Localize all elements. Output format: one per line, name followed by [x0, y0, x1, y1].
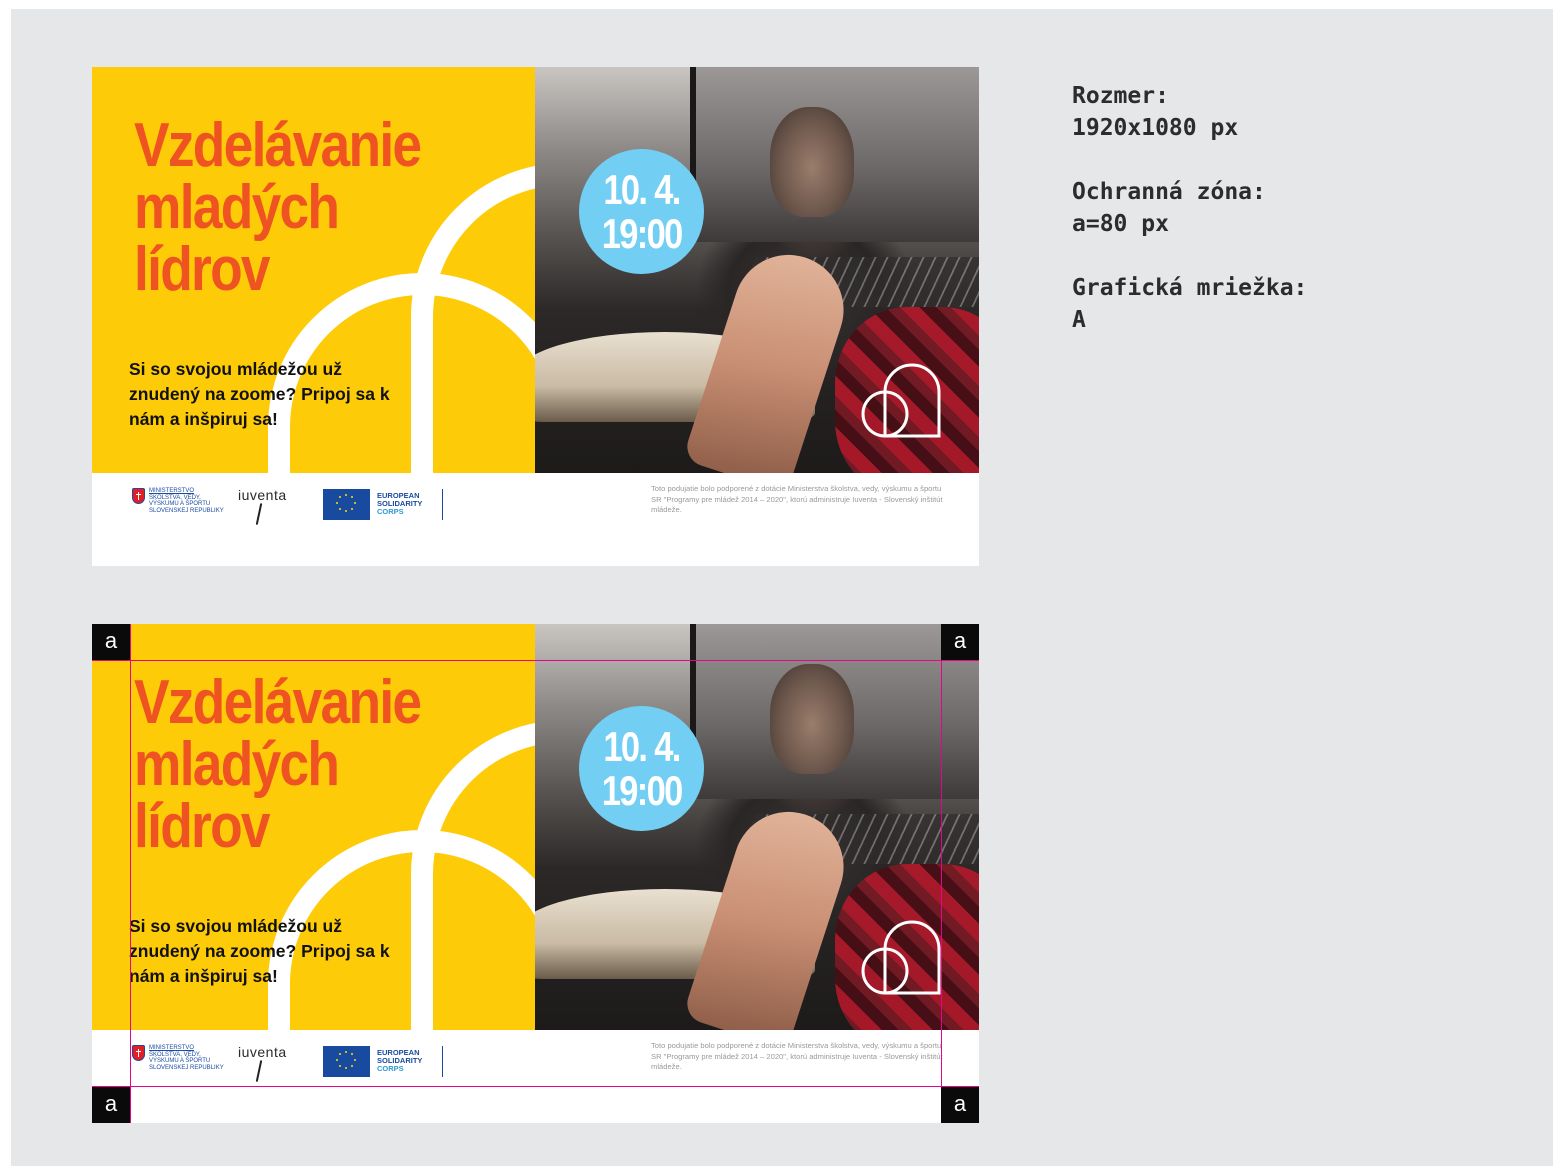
slovak-crest-icon [132, 1045, 145, 1061]
title-line: Vzdelávanie [134, 668, 422, 737]
person-on-screen [770, 107, 854, 217]
slovak-crest-icon [132, 488, 145, 504]
safe-zone-marker: a [92, 624, 130, 660]
person-on-screen [770, 664, 854, 774]
funding-disclaimer: Toto podujatie bolo podporené z dotácie … [651, 1041, 943, 1071]
iuventa-arch-icon [861, 363, 941, 438]
title-line: mladých [134, 730, 340, 799]
zone-value: a=80 px [1072, 211, 1169, 237]
ministry-line: SLOVENSKEJ REPUBLIKY [149, 507, 224, 514]
size-value: 1920x1080 px [1072, 115, 1239, 141]
title-line: Vzdelávanie [134, 111, 422, 180]
eu-flag-icon [323, 1046, 370, 1077]
banner-footer: MINISTERSTVO ŠKOLSTVA, VEDY, VÝSKUMU A Š… [92, 473, 979, 566]
time-text: 19:00 [601, 766, 684, 814]
date-text: 10. 4. [603, 722, 681, 770]
european-solidarity-corps-logo: EUROPEAN SOLIDARITY CORPS [323, 489, 443, 520]
safe-zone-guide-right [941, 624, 942, 1123]
zone-label: Ochranná zóna: [1072, 179, 1266, 205]
yellow-panel: Vzdelávanie mladých lídrov Si so svojou … [92, 624, 535, 1030]
time-text: 19:00 [601, 209, 684, 257]
date-badge: 10. 4. 19:00 [579, 149, 704, 274]
photo-panel: 10. 4. 19:00 [535, 67, 979, 473]
ministry-logo: MINISTERSTVO ŠKOLSTVA, VEDY, VÝSKUMU A Š… [132, 488, 224, 514]
yellow-panel: Vzdelávanie mladých lídrov Si so svojou … [92, 67, 535, 473]
banner-preview: Vzdelávanie mladých lídrov Si so svojou … [92, 67, 979, 566]
banner-footer: MINISTERSTVO ŠKOLSTVA, VEDY, VÝSKUMU A Š… [92, 1030, 979, 1123]
banner-grid-preview: Vzdelávanie mladých lídrov Si so svojou … [92, 624, 979, 1123]
iuventa-logo: iuventa [238, 487, 287, 503]
grid-value: A [1072, 307, 1086, 333]
title-line: mladých [134, 173, 340, 242]
iuventa-logo: iuventa [238, 1044, 287, 1060]
esc-line: CORPS [377, 507, 404, 516]
grid-label: Grafická mriežka: [1072, 275, 1308, 301]
size-label: Rozmer: [1072, 83, 1169, 109]
spec-panel: Rozmer: 1920x1080 px Ochranná zóna: a=80… [1072, 80, 1307, 368]
title-line: lídrov [134, 235, 271, 304]
ministry-line: SLOVENSKEJ REPUBLIKY [149, 1064, 224, 1071]
safe-zone-marker: a [92, 1087, 130, 1123]
ministry-logo: MINISTERSTVO ŠKOLSTVA, VEDY, VÝSKUMU A Š… [132, 1045, 224, 1071]
safe-zone-marker: a [941, 624, 979, 660]
date-text: 10. 4. [603, 165, 681, 213]
safe-zone-guide-top [92, 660, 979, 661]
title-line: lídrov [134, 792, 271, 861]
safe-zone-guide-bottom [92, 1086, 979, 1087]
iuventa-logo-mark [255, 503, 263, 525]
date-badge: 10. 4. 19:00 [579, 706, 704, 831]
safe-zone-marker: a [941, 1087, 979, 1123]
banner-lead: Si so svojou mládežou už znudený na zoom… [129, 359, 390, 429]
iuventa-arch-icon [861, 920, 941, 995]
safe-zone-guide-left [130, 624, 131, 1123]
banner-title: Vzdelávanie mladých lídrov [134, 668, 422, 861]
banner-lead: Si so svojou mládežou už znudený na zoom… [129, 916, 390, 986]
iuventa-logo-mark [255, 1060, 263, 1082]
european-solidarity-corps-logo: EUROPEAN SOLIDARITY CORPS [323, 1046, 443, 1077]
eu-flag-icon [323, 489, 370, 520]
esc-line: CORPS [377, 1064, 404, 1073]
funding-disclaimer: Toto podujatie bolo podporené z dotácie … [651, 484, 943, 514]
banner-title: Vzdelávanie mladých lídrov [134, 111, 422, 304]
photo-panel: 10. 4. 19:00 [535, 624, 979, 1030]
